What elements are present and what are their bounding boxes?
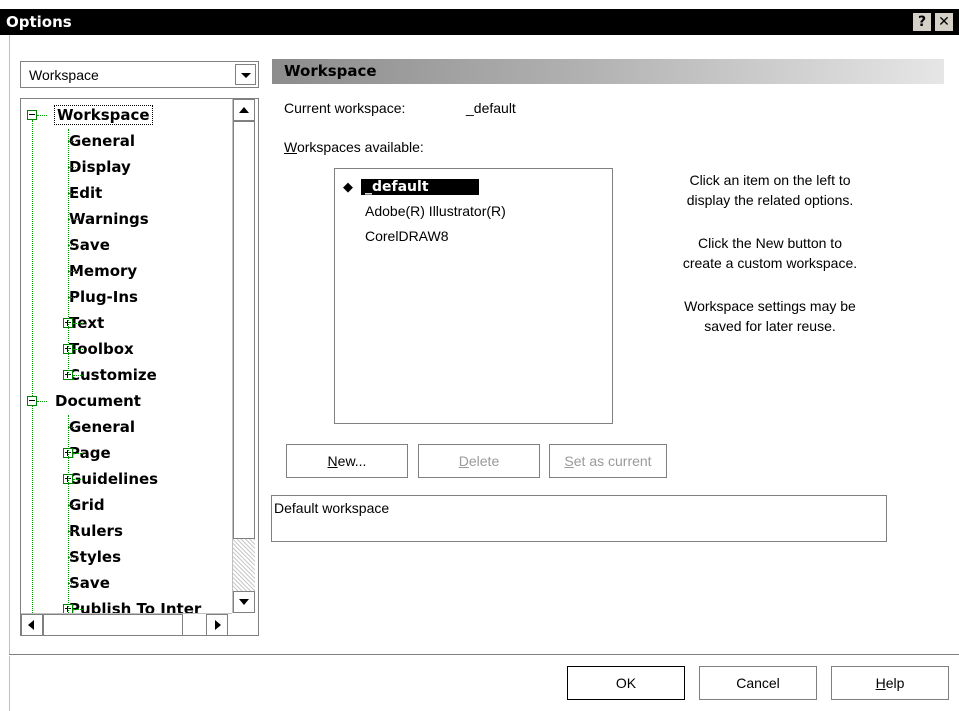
tree-connector — [68, 271, 78, 272]
workspaces-list[interactable]: ◆ _default Adobe(R) Illustrator(R) CorelD… — [334, 168, 613, 424]
tree-item[interactable]: General — [69, 129, 135, 153]
tree-connector — [73, 479, 83, 480]
list-item[interactable]: Adobe(R) Illustrator(R) — [343, 200, 506, 222]
workspace-description-field[interactable]: Default workspace — [271, 495, 887, 542]
tree-horizontal-scrollbar[interactable] — [21, 613, 232, 635]
dialog-left-edge — [9, 35, 10, 711]
tree-connector — [73, 323, 83, 324]
set-as-current-button[interactable]: Set as current — [549, 444, 667, 478]
category-dropdown-value: Workspace — [29, 67, 99, 83]
cancel-button[interactable]: Cancel — [699, 666, 817, 700]
collapse-minus-icon[interactable] — [27, 110, 37, 120]
category-dropdown[interactable]: Workspace — [20, 61, 259, 88]
active-bullet-icon: ◆ — [343, 179, 353, 194]
help-question-icon[interactable]: ? — [912, 12, 932, 32]
options-tree[interactable]: Workspace General Display Edit Warnings Save M… — [20, 98, 259, 636]
list-item[interactable]: CorelDRAW8 — [343, 225, 449, 247]
section-header: Workspace — [272, 59, 944, 84]
tree-connector — [68, 583, 78, 584]
tree-connector — [73, 609, 83, 610]
scroll-right-icon[interactable] — [206, 614, 228, 635]
footer-divider — [9, 654, 959, 656]
tree-connector — [68, 505, 78, 506]
collapse-minus-icon[interactable] — [27, 396, 37, 406]
ok-button[interactable]: OK — [567, 666, 685, 700]
tree-connector — [68, 531, 78, 532]
tree-item[interactable]: General — [69, 415, 135, 439]
tree-connector — [68, 297, 78, 298]
current-workspace-label: Current workspace: — [284, 100, 406, 116]
tree-item[interactable]: Memory — [69, 259, 137, 283]
current-workspace-value: _default — [466, 100, 516, 116]
tree-item[interactable]: Display — [69, 155, 131, 179]
scroll-down-icon[interactable] — [233, 591, 255, 613]
help-button[interactable]: Help — [831, 666, 949, 700]
tree-connector — [73, 349, 83, 350]
scroll-up-icon[interactable] — [233, 99, 255, 121]
tree-connector — [68, 557, 78, 558]
options-dialog: Options ? ✕ Workspace Workspace General Di… — [0, 0, 959, 711]
help-text-2: Click the New button to create a custom … — [682, 235, 858, 271]
tree-item[interactable]: Plug-Ins — [69, 285, 138, 309]
scroll-left-icon[interactable] — [21, 614, 43, 635]
delete-button[interactable]: Delete — [418, 444, 540, 478]
section-title: Workspace — [284, 62, 377, 80]
title-bar[interactable]: Options ? ✕ — [0, 9, 959, 35]
tree-connector — [68, 193, 78, 194]
tree-connector — [68, 245, 78, 246]
chevron-down-icon[interactable] — [235, 64, 256, 85]
tree-connector — [68, 167, 78, 168]
scroll-track[interactable] — [233, 539, 255, 591]
new-button[interactable]: New... — [286, 444, 408, 478]
tree-item[interactable]: Workspace — [54, 103, 153, 127]
tree-vertical-scrollbar[interactable] — [232, 99, 257, 613]
tree-guide-line — [32, 120, 33, 396]
tree-connector — [68, 141, 78, 142]
scroll-corner — [232, 613, 256, 635]
tree-item[interactable]: Warnings — [69, 207, 149, 231]
help-text-1: Click an item on the left to display the… — [686, 172, 854, 208]
workspaces-available-label: Workspaces available: — [284, 139, 424, 155]
hscroll-thumb[interactable] — [43, 614, 183, 635]
list-item[interactable]: ◆ _default — [343, 175, 479, 197]
scroll-thumb[interactable] — [233, 121, 255, 539]
tree-connector — [68, 219, 78, 220]
tree-guide-line — [32, 406, 33, 635]
tree-connector — [37, 115, 47, 116]
tree-guide-line — [68, 415, 69, 635]
tree-connector — [73, 375, 83, 376]
tree-item[interactable]: Document — [55, 389, 141, 413]
tree-guide-line — [68, 129, 69, 375]
window-title: Options — [6, 13, 72, 31]
tree-connector — [68, 427, 78, 428]
tree-connector — [37, 401, 47, 402]
close-icon[interactable]: ✕ — [934, 12, 954, 32]
workspace-description-text: Default workspace — [274, 500, 390, 516]
tree-connector — [73, 453, 83, 454]
help-text-3: Workspace settings may be saved for late… — [684, 298, 856, 334]
